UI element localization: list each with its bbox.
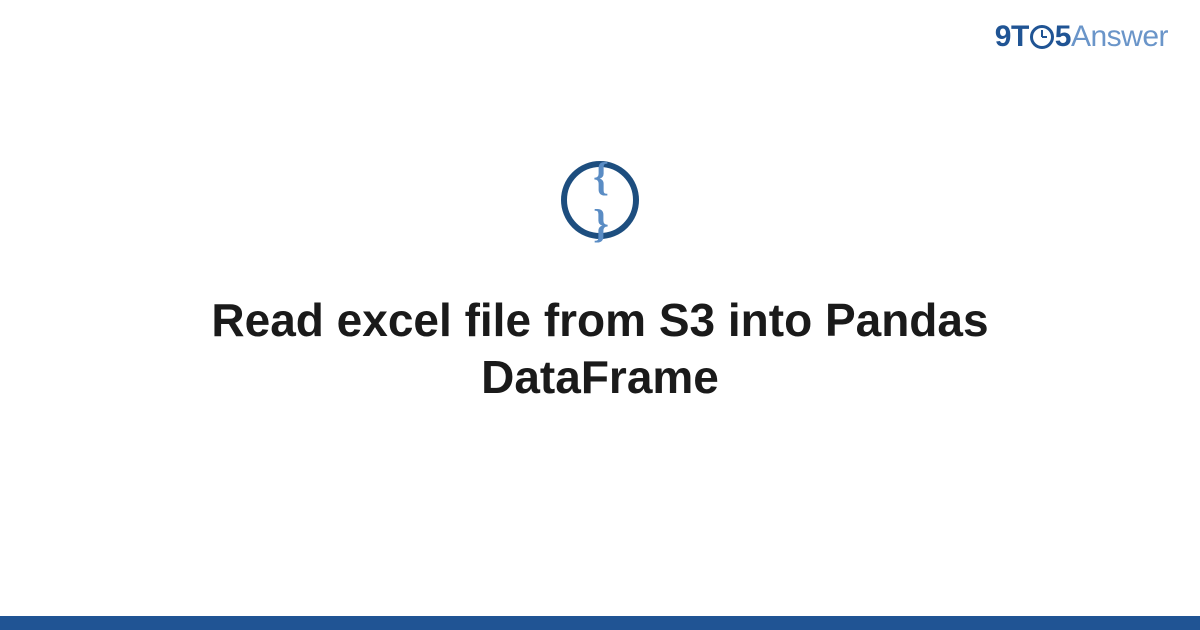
code-braces-icon: { } xyxy=(561,161,639,239)
logo-nine: 9 xyxy=(995,20,1011,53)
clock-icon xyxy=(1030,25,1054,49)
main-content: { } Read excel file from S3 into Pandas … xyxy=(60,161,1140,407)
braces-glyph: { } xyxy=(584,153,617,247)
logo-t: T xyxy=(1011,20,1029,53)
site-logo: 9T5Answer xyxy=(995,20,1168,54)
logo-answer: Answer xyxy=(1071,20,1168,53)
logo-five: 5 xyxy=(1055,20,1071,53)
footer-bar xyxy=(0,616,1200,630)
page-title: Read excel file from S3 into Pandas Data… xyxy=(190,292,1010,407)
